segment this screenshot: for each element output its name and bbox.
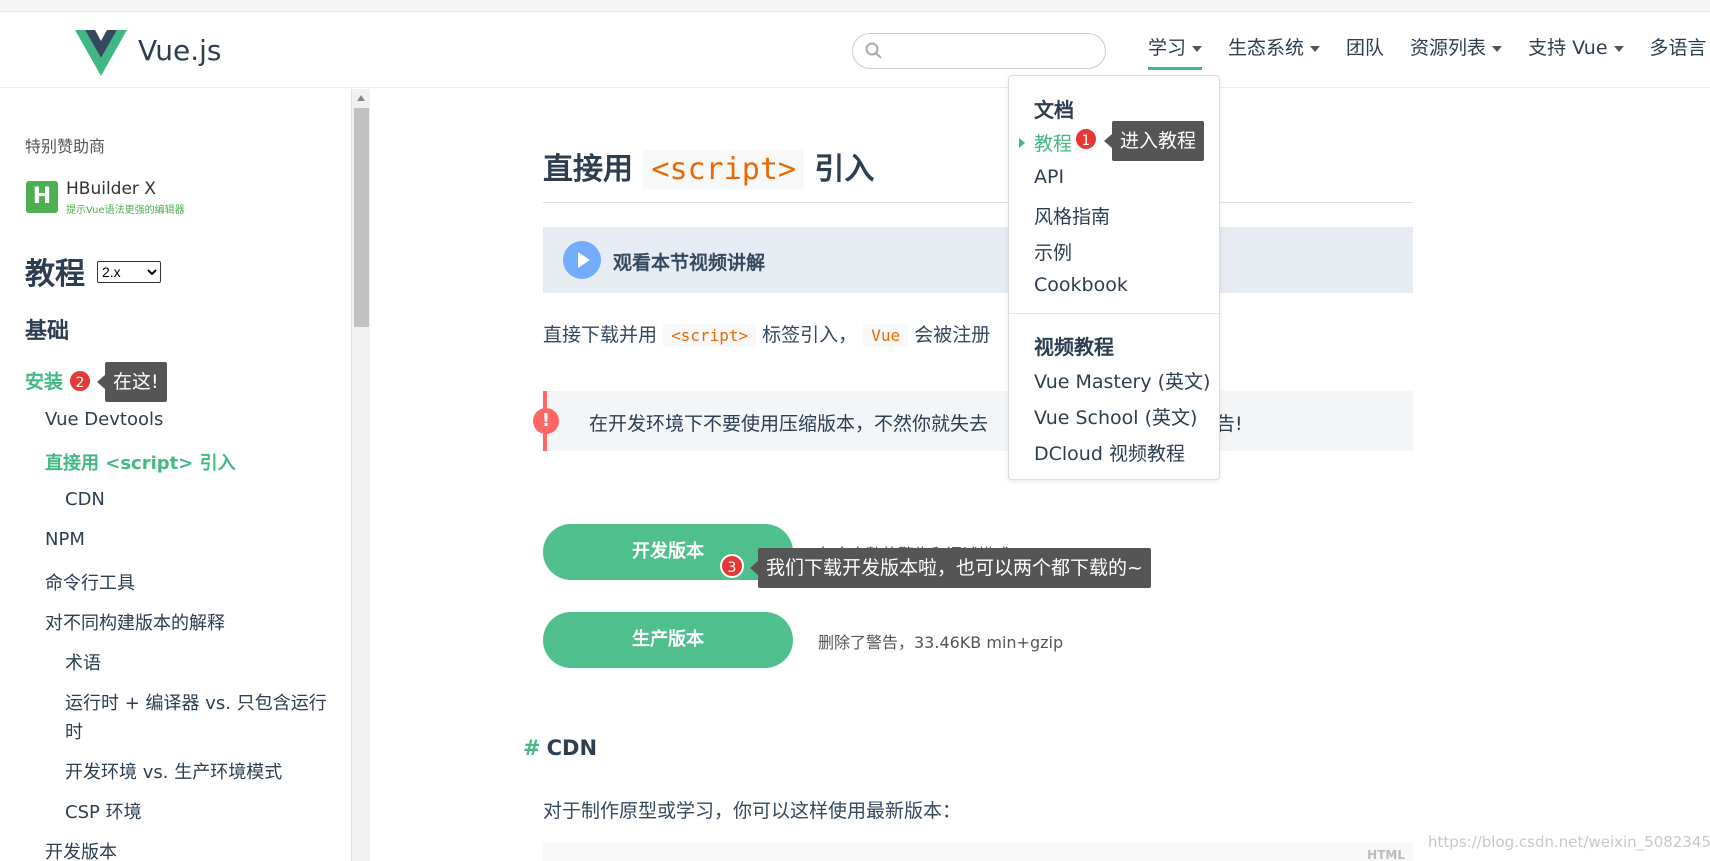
annotation-tooltip-2: 在这! [97,362,167,402]
nav-languages[interactable]: 多语言 [1650,34,1707,70]
intro-paragraph: 直接下载并用 <script> 标签引入， Vue 会被注册 [543,324,991,347]
video-link[interactable]: 观看本节视频讲解 [613,248,765,275]
sponsor-label: 特别赞助商 [25,137,106,156]
dropdown-item-vue-mastery[interactable]: Vue Mastery (英文) [1034,367,1210,394]
nav-support-vue[interactable]: 支持 Vue [1528,34,1624,70]
prod-version-desc: 删除了警告，33.46KB min+gzip [818,633,1064,652]
sidebar-item-runtime-compiler-wrap[interactable]: 时 [65,718,83,744]
nav-team[interactable]: 团队 [1346,34,1384,70]
chevron-down-icon [1310,45,1321,52]
sidebar-item-terms[interactable]: 术语 [65,649,101,675]
sidebar: 特别赞助商 H HBuilder X 提示Vue语法更强的编辑器 教程 2.x … [0,89,350,861]
dropdown-divider [1009,313,1219,314]
anchor-link[interactable]: # [523,736,541,760]
scroll-thumb[interactable] [354,108,369,327]
chevron-down-icon [1492,45,1503,52]
nav-resources[interactable]: 资源列表 [1410,34,1503,70]
sidebar-item-devtools[interactable]: Vue Devtools [45,409,163,430]
watermark: https://blog.csdn.net/weixin_50823456 [1428,833,1710,851]
annotation-tooltip-1: 进入教程 [1103,121,1205,161]
chevron-down-icon [1613,45,1624,52]
cdn-heading: # CDN [523,736,598,760]
version-select[interactable]: 2.x [97,261,161,283]
nav-learn[interactable]: 学习 [1148,34,1203,70]
sidebar-item-cli[interactable]: 命令行工具 [45,569,135,595]
play-icon[interactable] [563,241,601,279]
hbuilder-logo-icon[interactable]: H [26,181,58,213]
sponsor-tagline: 提示Vue语法更强的编辑器 [66,205,185,216]
code-block: HTML [543,842,1413,861]
title-divider [543,202,1413,203]
video-banner[interactable]: 观看本节视频讲解 [543,227,1413,293]
warning-text: 在开发环境下不要使用压缩版本，不然你就失去 [589,413,989,435]
dropdown-item-api[interactable]: API [1034,166,1064,188]
sidebar-scrollbar[interactable] [351,89,370,861]
top-nav: 学习 生态系统 团队 资源列表 支持 Vue 多语言 [1148,34,1710,70]
chevron-down-icon [1192,45,1203,52]
sidebar-item-csp[interactable]: CSP 环境 [65,798,142,824]
step-badge-1: 1 [1074,127,1098,151]
sponsor-name[interactable]: HBuilder X [66,179,156,199]
dropdown-item-vue-school[interactable]: Vue School (英文) [1034,403,1197,430]
sidebar-item-npm[interactable]: NPM [45,529,85,550]
sidebar-item-installation[interactable]: 安装 [25,367,63,394]
cdn-paragraph: 对于制作原型或学习，你可以这样使用最新版本： [543,800,962,822]
sidebar-item-builds[interactable]: 对不同构建版本的解释 [45,609,225,635]
warning-icon: ! [533,408,559,434]
step-badge-3: 3 [720,554,744,578]
dropdown-item-style-guide[interactable]: 风格指南 [1034,202,1110,229]
dropdown-group-video: 视频教程 [1034,335,1114,359]
sidebar-item-runtime-compiler[interactable]: 运行时 + 编译器 vs. 只包含运行 [65,689,327,715]
search-icon [865,42,882,59]
scroll-up-icon[interactable] [357,95,365,101]
search-input[interactable] [891,40,1091,62]
sidebar-section-basics: 基础 [25,319,70,344]
sidebar-title: 教程 [25,257,85,292]
page-title: 直接用 <script> 引入 [543,150,875,189]
sidebar-item-dev-build[interactable]: 开发版本 [45,838,117,861]
site-header: Vue.js 学习 生态系统 团队 资源列表 支持 Vue 多语言 [0,12,1710,88]
dropdown-item-guide[interactable]: 教程 [1034,129,1072,156]
code-lang-label: HTML [1367,848,1405,861]
nav-ecosystem[interactable]: 生态系统 [1228,34,1321,70]
vue-logo-icon[interactable] [75,30,127,76]
sidebar-item-cdn[interactable]: CDN [65,489,105,510]
dropdown-group-docs: 文档 [1034,98,1074,122]
annotation-tooltip-3: 我们下载开发版本啦，也可以两个都下载的~ [750,548,1151,588]
step-badge-2: 2 [68,369,92,393]
brand-name[interactable]: Vue.js [138,34,222,67]
sidebar-item-script-include[interactable]: 直接用 <script> 引入 [45,449,236,475]
prod-version-button[interactable]: 生产版本 [543,612,793,668]
browser-top-strip [0,0,1710,12]
sidebar-item-dev-prod-mode[interactable]: 开发环境 vs. 生产环境模式 [65,758,282,784]
dropdown-item-cookbook[interactable]: Cookbook [1034,274,1128,296]
dropdown-item-dcloud[interactable]: DCloud 视频教程 [1034,439,1185,466]
search-box[interactable] [852,33,1106,69]
dropdown-item-examples[interactable]: 示例 [1034,238,1072,265]
active-arrow-icon [1019,138,1025,148]
warning-box: ! 在开发环境下不要使用压缩版本，不然你就失去 警告! [533,391,1413,451]
